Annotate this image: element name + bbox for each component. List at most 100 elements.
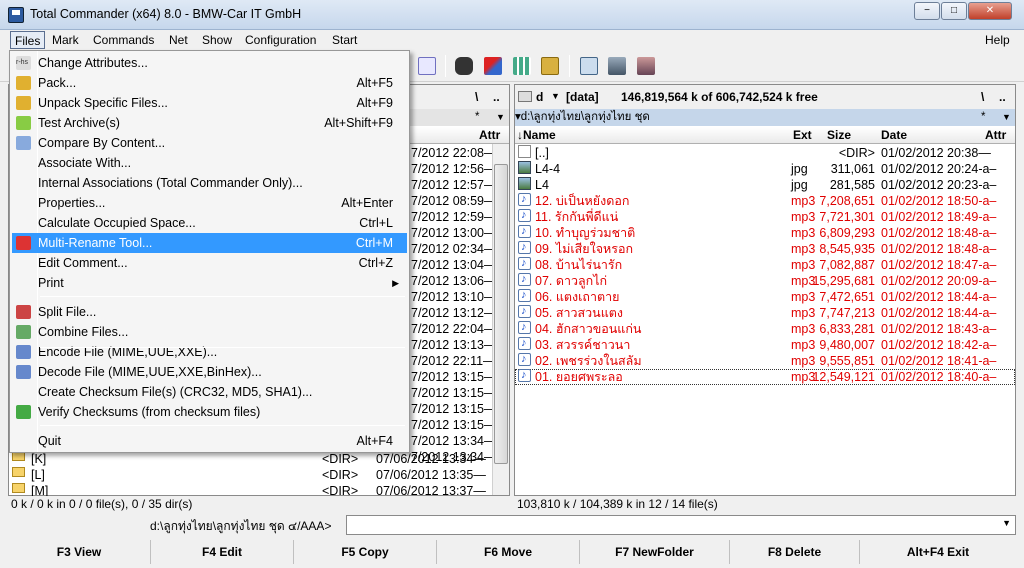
right-path: ▾d:\ลูกทุ่งไทย\ลูกทุ่งไทย ชุด	[515, 111, 650, 123]
menu-item-compare-by-content[interactable]: Compare By Content...	[12, 133, 407, 153]
url-icon[interactable]	[418, 57, 436, 75]
left-scroll-thumb[interactable]	[494, 164, 508, 464]
right-path-bar[interactable]: ▾d:\ลูกทุ่งไทย\ลูกทุ่งไทย ชุด * ▼	[515, 109, 1015, 126]
table-row[interactable]: 04. ฮักสาวขอนแก่น mp36,833,281 01/02/2012 …	[515, 319, 1015, 337]
table-row[interactable]: L4 jpg 281,585 01/02/2012 20:23-a–	[515, 177, 1015, 193]
menu-item-verify-checksums-from-checksum-files[interactable]: Verify Checksums (from checksum files)	[12, 402, 407, 422]
menu-start[interactable]: Start	[328, 31, 361, 49]
menu-separator	[40, 347, 405, 348]
table-row[interactable]: 05. สาวสวนแตง mp37,747,213 01/02/2012 18:4…	[515, 303, 1015, 321]
row-name: 02. เพชรร่วงในสลัม	[535, 354, 642, 368]
alt-f4-exit-button[interactable]: Alt+F4 Exit	[860, 540, 1016, 564]
table-row[interactable]: 10. ทำบุญร่วมชาติ mp36,809,293 01/02/2012 …	[515, 223, 1015, 241]
row-size: 7,082,887	[819, 258, 875, 272]
f3-view-button[interactable]: F3 View	[8, 540, 151, 564]
menu-item-internal-associations-total-commander-only[interactable]: Internal Associations (Total Commander O…	[12, 173, 407, 193]
menu-net[interactable]: Net	[165, 31, 192, 49]
notepad-icon[interactable]	[580, 57, 598, 75]
menu-item-print[interactable]: Print ▶	[12, 273, 407, 293]
drive-dropdown-icon[interactable]: ▼	[551, 91, 560, 101]
menu-item-combine-files[interactable]: Combine Files...	[12, 322, 407, 342]
network-disconnect-icon[interactable]	[637, 57, 655, 75]
menu-item-unpack-specific-files[interactable]: Unpack Specific Files... Alt+F9	[12, 93, 407, 113]
left-root-button[interactable]: \	[475, 90, 478, 104]
menu-files[interactable]: Files	[10, 31, 46, 49]
table-row[interactable]: [K] <DIR> 07/06/2012 13:34—	[9, 451, 509, 467]
right-parent-button[interactable]: ..	[999, 90, 1006, 104]
drive-letter[interactable]: d	[536, 90, 543, 104]
table-row[interactable]: 03. สวรรค์ชาวนา mp39,480,007 01/02/2012 18…	[515, 335, 1015, 353]
table-row[interactable]: [L] <DIR> 07/06/2012 13:35—	[9, 467, 509, 483]
right-root-button[interactable]: \	[981, 90, 984, 104]
table-row[interactable]: 11. รักกันพี่ดีแน่ mp37,721,301 01/02/2012…	[515, 207, 1015, 225]
menu-configuration[interactable]: Configuration	[241, 31, 320, 49]
left-filter-dropdown-icon[interactable]: ▼	[496, 109, 505, 126]
left-scrollbar[interactable]	[492, 144, 509, 495]
minimize-button[interactable]: −	[914, 2, 940, 20]
menu-help[interactable]: Help	[981, 31, 1014, 49]
maximize-button[interactable]: □	[941, 2, 967, 20]
binoculars-icon[interactable]	[455, 57, 473, 75]
right-column-header[interactable]: ↓Name Ext Size Date Attr	[515, 127, 1015, 144]
right-filter[interactable]: *	[981, 109, 985, 126]
right-file-panel[interactable]: d ▼ [data] 146,819,564 k of 606,742,524 …	[514, 84, 1016, 496]
left-col-attr[interactable]: Attr	[479, 128, 500, 142]
table-row[interactable]: 09. ไม่เสียใจหรอก mp38,545,935 01/02/2012 …	[515, 239, 1015, 257]
menu-item-calculate-occupied-space[interactable]: Calculate Occupied Space... Ctrl+L	[12, 213, 407, 233]
f8-delete-button[interactable]: F8 Delete	[730, 540, 860, 564]
command-input[interactable]: ▼	[346, 515, 1016, 535]
row-date: 7/2012 13:10—	[411, 290, 497, 304]
menu-item-encode-file-mime-uue-xxe[interactable]: Encode File (MIME,UUE,XXE)...	[12, 342, 407, 362]
close-button[interactable]: ✕	[968, 2, 1012, 20]
rename-tool-icon[interactable]	[484, 57, 502, 75]
network-icon[interactable]	[608, 57, 626, 75]
menu-item-multi-rename-tool[interactable]: Multi-Rename Tool... Ctrl+M	[12, 233, 407, 253]
menu-item-properties[interactable]: Properties... Alt+Enter	[12, 193, 407, 213]
menu-item-label: Verify Checksums (from checksum files)	[38, 405, 261, 419]
table-row[interactable]: [..] <DIR> 01/02/2012 20:38—	[515, 145, 1015, 161]
table-row[interactable]: 01. ยอยศพระลอmp312,549,12101/02/2012 18:…	[515, 367, 1015, 385]
col-date[interactable]: Date	[881, 128, 907, 142]
menu-item-test-archive-s[interactable]: Test Archive(s) Alt+Shift+F9	[12, 113, 407, 133]
row-ext: mp3	[791, 226, 816, 240]
f6-move-button[interactable]: F6 Move	[437, 540, 580, 564]
left-parent-button[interactable]: ..	[493, 90, 500, 104]
table-row[interactable]: 07. ดาวลูกไก่mp315,295,68101/02/2012 20:…	[515, 271, 1015, 289]
f7-newfolder-button[interactable]: F7 NewFolder	[580, 540, 730, 564]
split-icon	[16, 305, 31, 319]
col-ext[interactable]: Ext	[793, 128, 812, 142]
row-date: 01/02/2012 18:40-a–	[881, 370, 997, 384]
table-row[interactable]: 08. บ้านไร่นารัก mp37,082,887 01/02/2012 1…	[515, 255, 1015, 273]
f5-copy-button[interactable]: F5 Copy	[294, 540, 437, 564]
archive-icon[interactable]	[541, 57, 559, 75]
menu-item-decode-file-mime-uue-xxe-binhex[interactable]: Decode File (MIME,UUE,XXE,BinHex)...	[12, 362, 407, 382]
f4-edit-button[interactable]: F4 Edit	[151, 540, 294, 564]
table-row[interactable]: 02. เพชรร่วงในสลัม mp39,555,851 01/02/2012…	[515, 351, 1015, 369]
command-history-dropdown-icon[interactable]: ▼	[1002, 518, 1011, 528]
command-line: d:\ลูกทุ่งไทย\ลูกทุ่งไทย ชุด ๔/AAA> ▼	[0, 514, 1024, 536]
row-date: 7/2012 13:15—	[411, 418, 497, 432]
row-size: <DIR>	[322, 452, 359, 466]
menu-item-associate-with[interactable]: Associate With...	[12, 153, 407, 173]
right-filter-dropdown-icon[interactable]: ▼	[1002, 109, 1011, 126]
table-row[interactable]: 12. บ่เป็นหยังดอก mp37,208,651 01/02/2012 …	[515, 191, 1015, 209]
menu-show[interactable]: Show	[198, 31, 236, 49]
table-row[interactable]: 06. แตงเถาตาย mp37,472,651 01/02/2012 18:4…	[515, 287, 1015, 305]
left-filter[interactable]: *	[475, 109, 479, 126]
menu-item-create-checksum-file-s-crc32-md5-sha1[interactable]: Create Checksum File(s) (CRC32, MD5, SHA…	[12, 382, 407, 402]
menu-item-edit-comment[interactable]: Edit Comment... Ctrl+Z	[12, 253, 407, 273]
menu-commands[interactable]: Commands	[89, 31, 158, 49]
col-name[interactable]: ↓Name	[517, 128, 556, 142]
col-attr[interactable]: Attr	[985, 128, 1006, 142]
menu-mark[interactable]: Mark	[48, 31, 83, 49]
row-name: L4	[535, 178, 549, 192]
menu-item-quit[interactable]: Quit Alt+F4	[12, 431, 407, 451]
table-row[interactable]: L4-4 jpg 311,061 01/02/2012 20:24-a–	[515, 161, 1015, 177]
menu-item-pack[interactable]: Pack... Alt+F5	[12, 73, 407, 93]
col-size[interactable]: Size	[827, 128, 851, 142]
sync-dirs-icon[interactable]	[513, 57, 531, 75]
menu-item-shortcut: Alt+Shift+F9	[324, 116, 393, 130]
row-date: 01/02/2012 18:48-a–	[881, 242, 997, 256]
menu-item-split-file[interactable]: Split File...	[12, 302, 407, 322]
menu-item-change-attributes[interactable]: r-hs Change Attributes...	[12, 53, 407, 73]
